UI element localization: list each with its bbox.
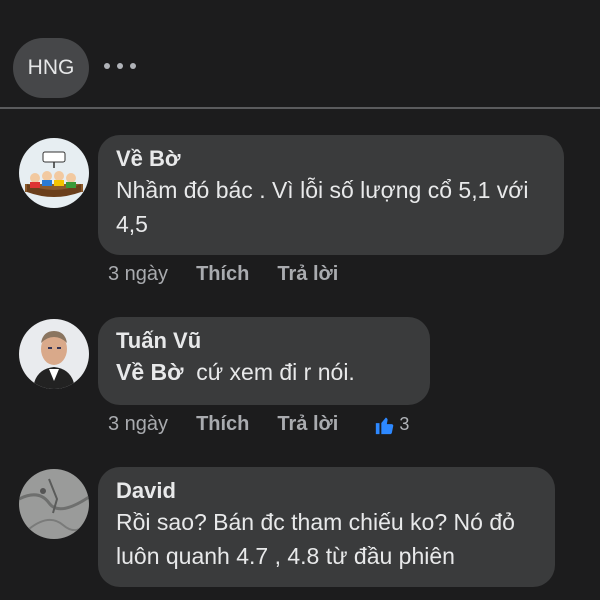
comment-text: Nhầm đó bác . Vì lỗi số lượng cổ 5,1 với… [116, 177, 529, 237]
comment-time: 3 ngày [108, 413, 169, 435]
like-count: 3 [399, 414, 410, 434]
comment-text: cứ xem đi r nói. [196, 359, 355, 385]
group-chip[interactable]: HNG [13, 38, 89, 98]
reaction-count[interactable]: 3 [374, 414, 409, 436]
comment-actions: 3 ngày Thích Trả lời 3 [108, 413, 409, 436]
comment-bubble: Tuấn Vũ Về Bờ cứ xem đi r nói. [98, 317, 430, 405]
avatar[interactable] [19, 319, 89, 389]
comment-bubble: Về Bờ Nhầm đó bác . Vì lỗi số lượng cổ 5… [98, 135, 564, 255]
comment-actions-row: HNG [0, 34, 600, 98]
thumbs-up-icon [376, 416, 394, 434]
comment-text: Rồi sao? Bán đc tham chiếu ko? Nó đỏ luô… [116, 509, 515, 569]
mention-link[interactable]: Về Bờ [116, 359, 183, 385]
comment-author[interactable]: Về Bờ [116, 145, 546, 173]
avatar[interactable] [19, 469, 89, 539]
reply-button[interactable]: Trả lời [277, 263, 338, 286]
avatar[interactable] [19, 138, 89, 208]
comment-bubble: David Rồi sao? Bán đc tham chiếu ko? Nó … [98, 467, 555, 587]
comment-actions: 3 ngày Thích Trả lời [108, 263, 338, 286]
divider [0, 107, 600, 109]
like-button[interactable]: Thích [196, 263, 249, 286]
like-button[interactable]: Thích [196, 413, 249, 436]
previous-comment-text-cut [0, 0, 600, 8]
more-options-icon[interactable] [104, 54, 136, 78]
comment-time: 3 ngày [108, 263, 169, 285]
comment-author[interactable]: Tuấn Vũ [116, 327, 412, 355]
comment-text-line: Về Bờ cứ xem đi r nói. [116, 355, 412, 389]
comment-author[interactable]: David [116, 477, 537, 505]
reply-button[interactable]: Trả lời [277, 413, 338, 436]
